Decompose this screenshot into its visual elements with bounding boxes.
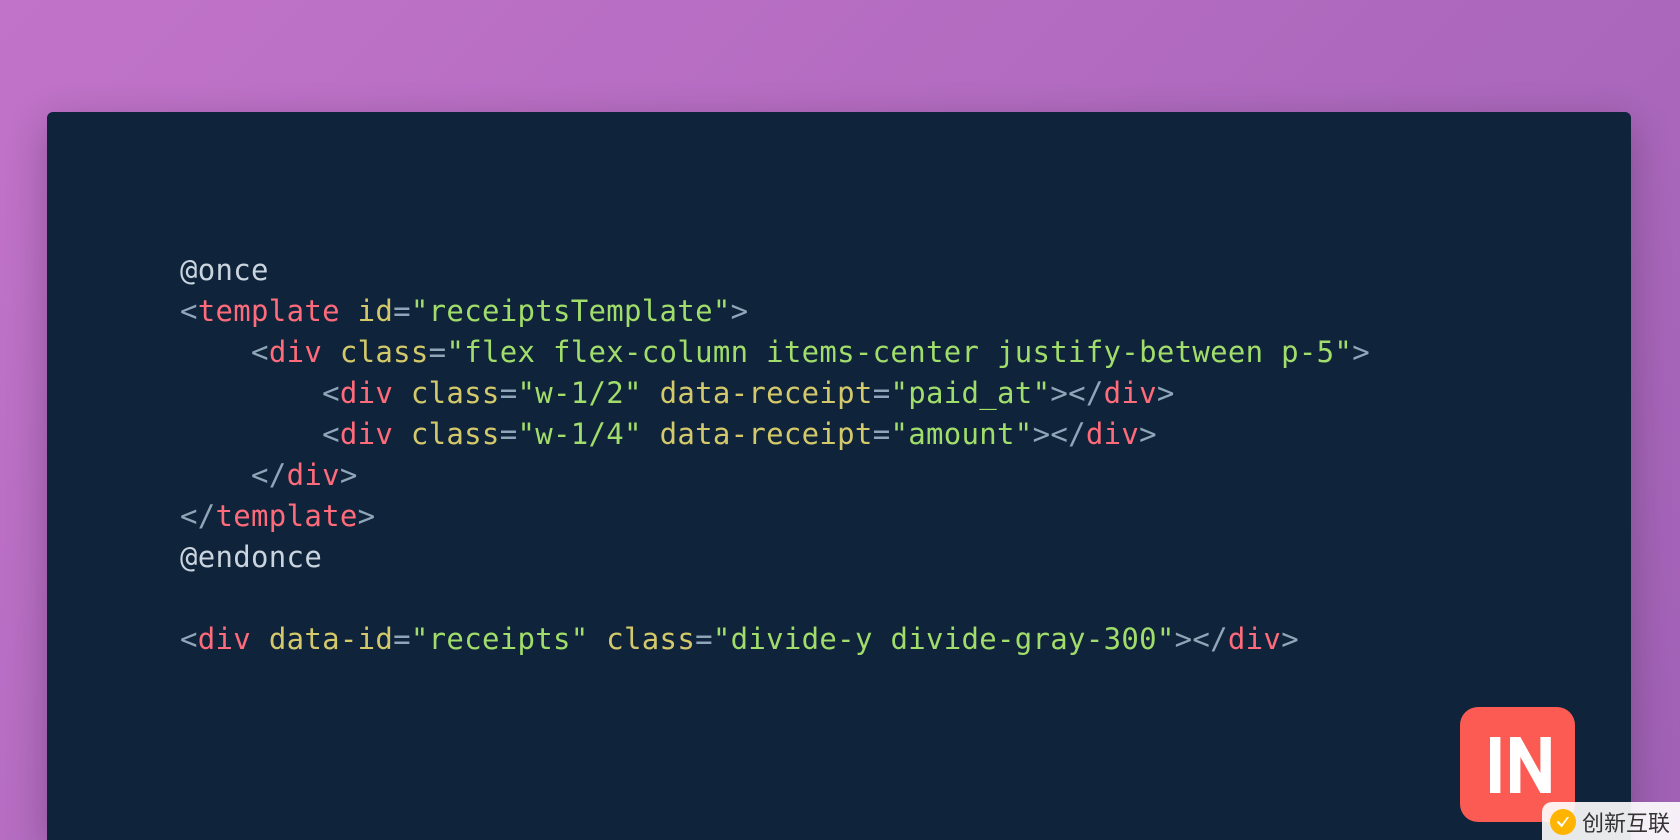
tag-div: div	[340, 376, 393, 410]
tag-div: div	[198, 622, 251, 656]
tag-div: div	[269, 335, 322, 369]
tag-div-close: div	[287, 458, 340, 492]
watermark-text: 创新互联	[1582, 806, 1670, 838]
angle-open: <	[180, 294, 198, 328]
val-flex-classes: flex flex-column items-center justify-be…	[464, 335, 1334, 369]
check-icon	[1550, 809, 1576, 835]
page-background: @once <template id="receiptsTemplate"> <…	[0, 0, 1680, 840]
blade-directive-once: @once	[180, 253, 269, 287]
tag-template: template	[198, 294, 340, 328]
attr-class: class	[340, 335, 429, 369]
code-block: @once <template id="receiptsTemplate"> <…	[180, 250, 1370, 660]
in-logo-icon	[1478, 725, 1558, 805]
tag-div: div	[340, 417, 393, 451]
tag-template-close: template	[216, 499, 358, 533]
val-receiptsTemplate: receiptsTemplate	[429, 294, 713, 328]
blade-directive-endonce: @endonce	[180, 540, 322, 574]
attr-id: id	[358, 294, 394, 328]
watermark: 创新互联	[1542, 802, 1680, 840]
